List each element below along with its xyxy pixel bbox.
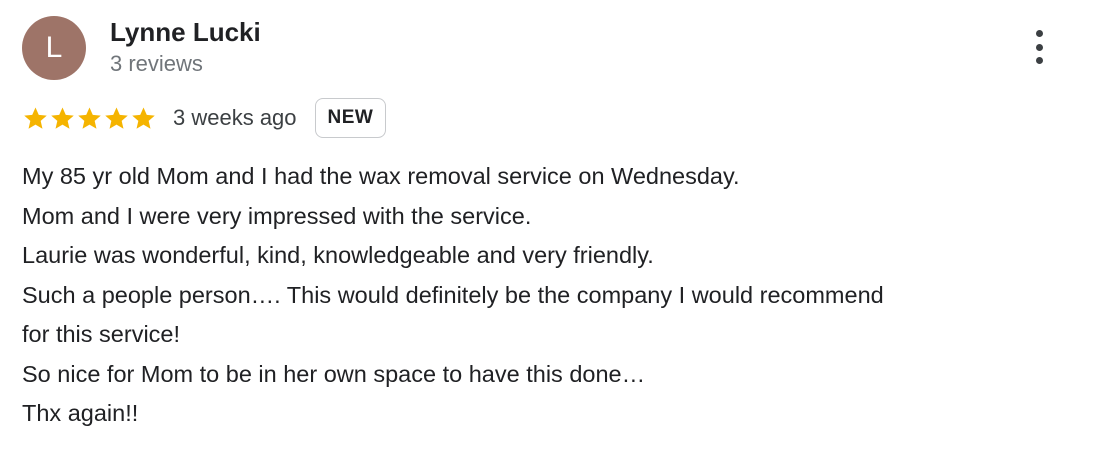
more-vert-icon-dot: [1035, 43, 1043, 51]
avatar[interactable]: L: [22, 16, 86, 80]
review-card: L Lynne Lucki 3 reviews 3 weeks ago NEW …: [0, 0, 1096, 472]
reviewer-review-count[interactable]: 3 reviews: [110, 50, 203, 78]
review-line: My 85 yr old Mom and I had the wax remov…: [22, 163, 740, 189]
review-line: Laurie was wonderful, kind, knowledgeabl…: [22, 242, 654, 268]
avatar-letter: L: [45, 31, 63, 64]
review-line: Thx again!!: [22, 400, 139, 426]
star-icon: [49, 105, 76, 132]
review-line: for this service!: [22, 321, 181, 347]
review-line: So nice for Mom to be in her own space t…: [22, 360, 646, 387]
star-icon: [22, 105, 49, 132]
star-icon: [130, 105, 157, 132]
reviewer-name[interactable]: Lynne Lucki: [110, 16, 261, 48]
more-vert-icon: [1035, 30, 1043, 37]
review-date: 3 weeks ago: [173, 105, 297, 130]
review-text: My 85 yr old Mom and I had the wax remov…: [22, 157, 1082, 434]
more-options-button[interactable]: [1022, 28, 1056, 66]
star-rating: [22, 105, 157, 132]
star-icon: [76, 105, 103, 132]
review-line: Such a people person…. This would defini…: [22, 281, 884, 308]
more-vert-icon-dot: [1035, 57, 1043, 64]
new-badge: NEW: [314, 98, 387, 138]
star-icon: [103, 105, 130, 132]
review-line: Mom and I were very impressed with the s…: [22, 202, 532, 229]
rating-row: 3 weeks ago NEW: [22, 96, 387, 140]
